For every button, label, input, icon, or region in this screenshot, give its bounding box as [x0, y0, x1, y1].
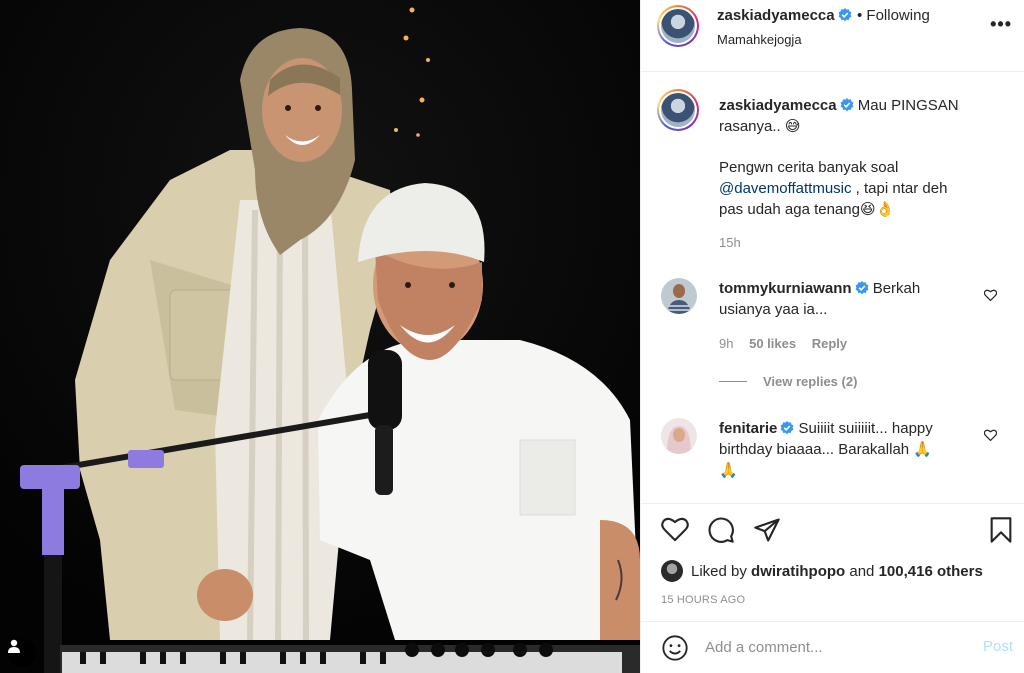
save-bookmark-icon[interactable]: [989, 516, 1013, 544]
commenter-username-text[interactable]: fenitarie: [719, 420, 777, 437]
caption-emoji: 😅: [784, 118, 801, 135]
liker-avatar[interactable]: [661, 560, 683, 582]
comment-like-heart-icon[interactable]: [984, 289, 997, 301]
caption-username[interactable]: zaskiadyamecca: [719, 97, 854, 114]
author-avatar[interactable]: [657, 5, 699, 47]
caption-paragraph-2: Pengwn cerita banyak soal @davemoffattmu…: [719, 157, 1009, 220]
comment-like-heart-icon[interactable]: [984, 429, 997, 441]
comment-line-3: 🙏: [719, 462, 738, 479]
verified-badge-icon: [840, 98, 853, 112]
author-username-text[interactable]: zaskiadyamecca: [717, 7, 835, 24]
view-replies-button[interactable]: View replies (2): [719, 374, 857, 389]
commenter-username-text[interactable]: tommykurniawann: [719, 280, 852, 297]
liked-by-user-link[interactable]: dwiratihpopo: [751, 563, 845, 580]
caption-p2-line-1: Pengwn cerita banyak soal: [719, 159, 899, 176]
caption-mention-link[interactable]: @davemoffattmusic: [719, 180, 852, 197]
commenter-avatar[interactable]: [661, 418, 697, 454]
liked-by-summary: Liked by dwiratihpopo and 100,416 others: [661, 560, 983, 582]
comment-line-2: usianya yaa ia...: [719, 301, 828, 318]
verified-badge-icon: [780, 421, 794, 435]
caption-line-2: rasanya..: [719, 118, 781, 135]
add-comment-input[interactable]: [705, 630, 965, 664]
liked-by-and: and: [849, 562, 875, 580]
comment-likes-count[interactable]: 50 likes: [749, 336, 796, 351]
comment-meta: 9h 50 likes Reply: [719, 336, 859, 351]
more-options-icon[interactable]: •••: [990, 14, 1012, 35]
post-actions: Liked by dwiratihpopo and 100,416 others…: [641, 503, 1024, 623]
post-timestamp[interactable]: 15 HOURS AGO: [661, 594, 745, 606]
comment-time: 9h: [719, 336, 734, 351]
location-link[interactable]: Mamahkejogja: [717, 32, 802, 47]
avatar-image: [661, 278, 697, 314]
post-image: [0, 0, 640, 673]
caption-p2-line-3: pas udah aga tenang😆👌: [719, 201, 895, 218]
caption-meta: 15h: [719, 235, 753, 250]
verified-badge-icon: [855, 281, 868, 295]
comment-line-1: Suiiiit suiiiiit... happy: [798, 420, 933, 437]
commenter-username[interactable]: tommykurniawann: [719, 280, 869, 297]
caption-text: zaskiadyamecca Mau PINGSAN rasanya.. 😅: [719, 95, 1009, 137]
likes-count-link[interactable]: 100,416 others: [879, 563, 983, 580]
comment-reply-button[interactable]: Reply: [812, 336, 847, 351]
comment-bubble-icon[interactable]: [707, 516, 735, 544]
verified-badge-icon: [838, 8, 851, 22]
following-button[interactable]: • Following: [857, 7, 930, 24]
add-comment-bar: Post: [641, 621, 1024, 673]
tagged-users-button[interactable]: [8, 639, 36, 667]
caption-p2-line-2: , tapi ntar deh: [851, 180, 948, 197]
like-heart-icon[interactable]: [661, 516, 689, 542]
post-comment-button[interactable]: Post: [983, 638, 1013, 655]
caption-username-text[interactable]: zaskiadyamecca: [719, 97, 837, 114]
commenter-avatar[interactable]: [661, 278, 697, 314]
comment-text: fenitarie Suiiiit suiiiiit... happy birt…: [719, 418, 981, 481]
caption-author-avatar[interactable]: [657, 89, 699, 131]
post-side-panel: zaskiadyamecca • Following Mamahkejogja …: [640, 0, 1024, 673]
user-tag-icon: [8, 639, 20, 653]
caption-line-1: Mau PINGSAN: [857, 97, 959, 114]
liked-by-prefix: Liked by: [691, 562, 747, 580]
commenter-username[interactable]: fenitarie: [719, 420, 794, 437]
post-photo[interactable]: [0, 0, 640, 673]
post-header: zaskiadyamecca • Following Mamahkejogja …: [641, 0, 1024, 72]
comments-list[interactable]: zaskiadyamecca Mau PINGSAN rasanya.. 😅 P…: [641, 73, 1024, 503]
author-username[interactable]: zaskiadyamecca: [717, 7, 852, 24]
comment-text: tommykurniawann Berkah usianya yaa ia...: [719, 278, 981, 320]
share-send-icon[interactable]: [753, 516, 781, 544]
avatar-image: [661, 418, 697, 454]
comment-line-1: Berkah: [872, 280, 921, 297]
view-replies-label: View replies (2): [763, 374, 858, 389]
comment-line-2: birthday biaaaa... Barakallah 🙏: [719, 441, 932, 458]
caption-time: 15h: [719, 235, 741, 250]
emoji-picker-icon[interactable]: [661, 634, 689, 662]
